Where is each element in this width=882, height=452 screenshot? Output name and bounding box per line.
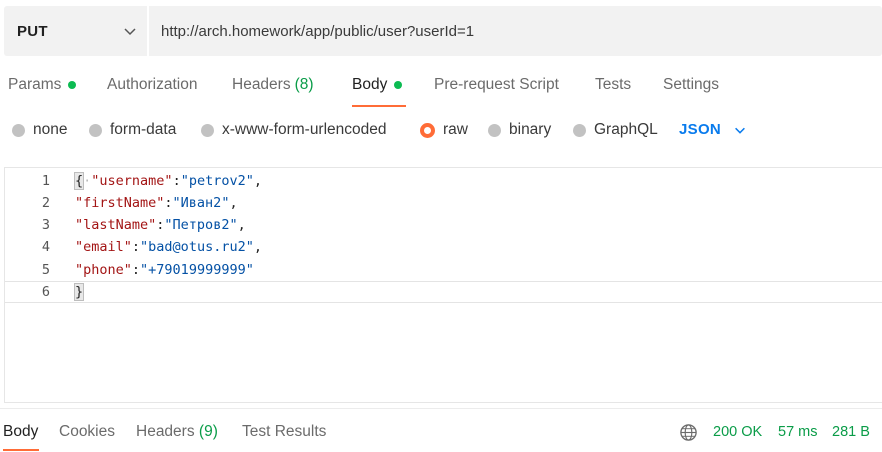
code-line: 4 "email":"bad@otus.ru2", [5,236,882,258]
json-key: "username" [91,173,173,189]
radio-none[interactable]: none [12,121,67,139]
json-key: "lastName" [75,217,157,233]
url-text: http://arch.homework/app/public/user?use… [161,22,475,40]
open-brace: { [73,172,85,190]
radio-form-data-label: form-data [110,121,177,138]
radio-binary-label: binary [509,121,552,138]
close-brace: } [73,283,85,301]
radio-circle [12,123,25,137]
response-size[interactable]: 281 B [832,424,870,440]
active-tab-underline [352,105,406,107]
tab-params-label: Params [8,76,62,93]
json-key: "firstName" [75,195,165,211]
line-code: "phone":"+79019999999" [75,262,254,278]
line-number: 2 [41,195,50,211]
line-number: 6 [41,284,50,300]
radio-graphql-label: GraphQL [594,121,658,138]
line-number: 1 [41,173,50,189]
response-time[interactable]: 57 ms [778,424,818,440]
response-bar: Body Cookies Headers (9) Test Results 20… [0,408,882,452]
json-punct: , [229,195,238,211]
tab-settings[interactable]: Settings [663,76,719,94]
chevron-down-icon [735,127,745,134]
tab-headers-label: Headers [232,76,291,93]
tab-authorization[interactable]: Authorization [107,76,197,94]
tab-params[interactable]: Params [8,76,77,94]
line-number: 4 [41,239,50,255]
response-tab-headers-label: Headers [136,423,195,440]
radio-circle-selected [420,122,435,138]
globe-icon[interactable] [679,423,698,442]
line-code: {·"username":"petrov2", [73,172,262,190]
request-url-bar: PUT http://arch.homework/app/public/user… [4,6,882,56]
radio-none-label: none [33,121,68,138]
json-punct: , [253,173,262,189]
line-code: "lastName":"Петров2", [75,217,246,233]
radio-circle [201,123,214,137]
tab-authorization-label: Authorization [107,76,198,93]
line-number: 3 [41,217,50,233]
tab-pre-request-script-label: Pre-request Script [434,76,559,93]
response-tab-test-results[interactable]: Test Results [242,423,326,441]
radio-circle [488,123,501,137]
radio-circle [89,123,102,137]
tab-headers[interactable]: Headers (8) [232,76,314,94]
radio-form-data[interactable]: form-data [89,121,176,139]
tab-body-label: Body [352,76,388,93]
json-key: "phone" [75,262,132,278]
tab-pre-request-script[interactable]: Pre-request Script [434,76,559,94]
json-value: "Петров2" [164,217,238,233]
radio-raw-label: raw [443,121,468,138]
json-value: "+79019999999" [140,262,254,278]
code-line: 3 "lastName":"Петров2", [5,214,882,236]
tab-body[interactable]: Body [352,76,403,94]
line-code: "email":"bad@otus.ru2", [75,239,262,255]
tab-headers-count: (8) [294,76,314,93]
response-tab-body[interactable]: Body [3,423,38,441]
response-tab-headers[interactable]: Headers (9) [136,423,218,441]
method-select[interactable]: PUT [4,6,147,56]
line-number: 5 [41,262,50,278]
json-value: "Иван2" [172,195,230,211]
radio-x-www-form-urlencoded[interactable]: x-www-form-urlencoded [201,121,387,139]
code-line: 1 {·"username":"petrov2", [5,170,882,192]
radio-binary[interactable]: binary [488,121,551,139]
json-punct: , [237,217,246,233]
tab-tests[interactable]: Tests [595,76,631,94]
tab-params-indicator-dot [68,81,77,89]
tab-body-indicator-dot [394,81,403,89]
method-label: PUT [17,22,48,40]
radio-x-www-form-urlencoded-label: x-www-form-urlencoded [222,121,387,138]
code-line: 2 "firstName":"Иван2", [5,192,882,214]
radio-circle [573,123,586,137]
code-editor[interactable]: 1 {·"username":"petrov2", 2 "firstName":… [4,167,882,403]
format-select[interactable]: JSON [679,121,747,138]
code-line: 5 "phone":"+79019999999" [5,259,882,281]
code-line-current: 6 } [5,281,882,303]
json-key: "email" [75,239,132,255]
tab-tests-label: Tests [595,76,632,93]
line-code: "firstName":"Иван2", [75,195,238,211]
json-value: "bad@otus.ru2" [140,239,254,255]
line-code: } [73,283,85,301]
json-punct: , [253,239,262,255]
tab-settings-label: Settings [663,76,720,93]
radio-raw[interactable]: raw [420,121,468,139]
url-input[interactable]: http://arch.homework/app/public/user?use… [149,6,882,56]
radio-graphql[interactable]: GraphQL [573,121,658,139]
format-label: JSON [679,121,722,138]
response-tab-cookies[interactable]: Cookies [59,423,115,441]
response-tab-headers-count: (9) [198,423,218,440]
json-value: "petrov2" [180,173,254,189]
chevron-down-icon [124,28,136,36]
response-status[interactable]: 200 OK [713,424,762,440]
